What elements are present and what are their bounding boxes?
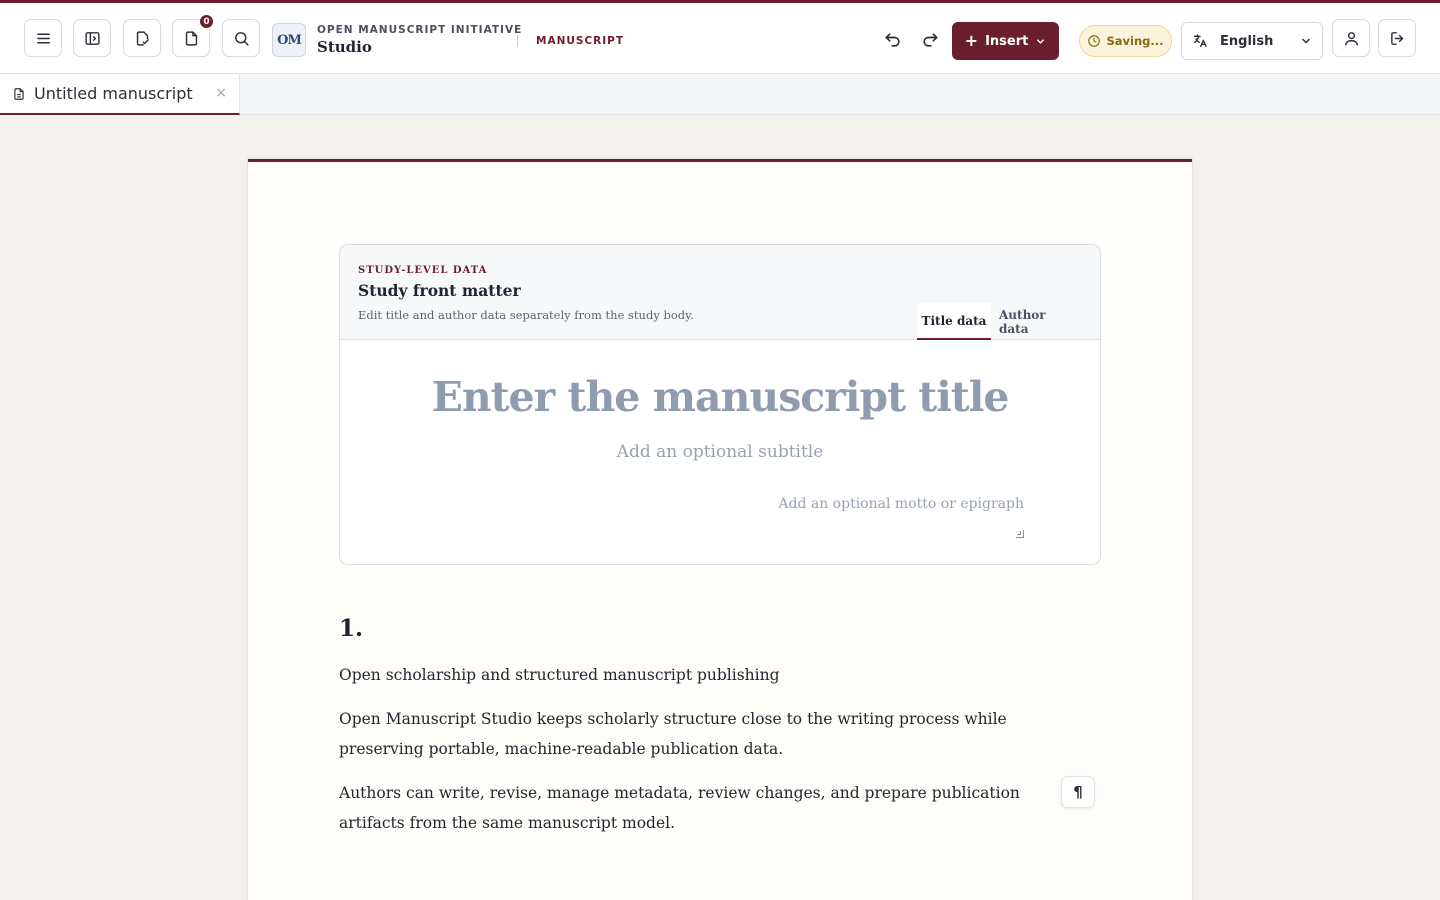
undo-icon xyxy=(885,33,900,47)
tab-label: Untitled manuscript xyxy=(34,84,193,103)
chevron-down-icon xyxy=(1037,38,1045,44)
search-icon xyxy=(234,31,249,46)
tab-author-data[interactable]: Author data xyxy=(999,303,1079,340)
menu-button[interactable] xyxy=(24,19,62,57)
review-document-button[interactable] xyxy=(123,19,161,57)
insert-button[interactable]: + Insert xyxy=(952,22,1059,60)
org-name: OPEN MANUSCRIPT INITIATIVE xyxy=(317,24,523,36)
insert-label: Insert xyxy=(985,33,1029,49)
manuscript-page: STUDY-LEVEL DATA Study front matter Edit… xyxy=(248,159,1192,900)
translate-icon xyxy=(1194,34,1207,47)
front-matter-title: Study front matter xyxy=(358,281,521,300)
mode-label: MANUSCRIPT xyxy=(536,35,625,47)
app-name: Studio xyxy=(317,38,372,56)
front-matter-header: STUDY-LEVEL DATA Study front matter Edit… xyxy=(340,245,1100,340)
sidebar-toggle-button[interactable] xyxy=(73,19,111,57)
tab-title-data[interactable]: Title data xyxy=(917,303,991,340)
header-divider xyxy=(517,35,518,47)
body-paragraph[interactable]: Authors can write, revise, manage metada… xyxy=(339,778,1069,838)
user-icon xyxy=(1344,31,1358,46)
file-text-icon xyxy=(14,87,24,100)
app-logo: OM xyxy=(272,23,306,57)
clock-icon xyxy=(1088,35,1101,47)
undo-button[interactable] xyxy=(882,29,904,51)
save-status-badge: Saving... xyxy=(1079,25,1172,57)
tab-untitled-manuscript[interactable]: Untitled manuscript × xyxy=(0,74,240,115)
menu-icon xyxy=(36,33,50,43)
document-check-icon xyxy=(136,30,149,46)
paragraph-format-button[interactable]: ¶ xyxy=(1061,776,1095,808)
top-bar: 0 OM OPEN MANUSCRIPT INITIATIVE Studio M… xyxy=(0,0,1440,74)
section-heading-paragraph[interactable]: Open scholarship and structured manuscri… xyxy=(339,660,1069,690)
resize-handle[interactable] xyxy=(1016,530,1024,538)
close-icon[interactable]: × xyxy=(215,85,227,101)
language-select[interactable]: English xyxy=(1181,22,1323,60)
motto-textarea[interactable]: Add an optional motto or epigraph xyxy=(724,496,1024,540)
language-value: English xyxy=(1220,33,1274,49)
logout-icon xyxy=(1390,31,1403,45)
sidebar-toggle-icon xyxy=(84,31,100,45)
manuscript-title-input[interactable]: Enter the manuscript title xyxy=(340,373,1100,421)
save-status-text: Saving... xyxy=(1106,34,1164,48)
front-matter-description: Edit title and author data separately fr… xyxy=(358,308,694,322)
search-button[interactable] xyxy=(222,19,260,57)
front-matter-card: STUDY-LEVEL DATA Study front matter Edit… xyxy=(339,244,1101,565)
logout-button[interactable] xyxy=(1378,19,1416,57)
body-paragraph[interactable]: Open Manuscript Studio keeps scholarly s… xyxy=(339,704,1069,764)
redo-button[interactable] xyxy=(919,29,941,51)
plus-icon: + xyxy=(964,31,979,50)
section-number: 1. xyxy=(339,615,364,642)
notification-badge: 0 xyxy=(199,14,214,29)
subtitle-input[interactable]: Add an optional subtitle xyxy=(340,442,1100,462)
account-button[interactable] xyxy=(1332,19,1370,57)
chevron-down-icon xyxy=(1302,38,1310,44)
redo-icon xyxy=(923,33,938,47)
documents-button[interactable]: 0 xyxy=(172,14,214,57)
front-matter-eyebrow: STUDY-LEVEL DATA xyxy=(358,265,488,276)
document-icon xyxy=(185,30,197,46)
document-tab-strip: Untitled manuscript × xyxy=(0,74,1440,115)
